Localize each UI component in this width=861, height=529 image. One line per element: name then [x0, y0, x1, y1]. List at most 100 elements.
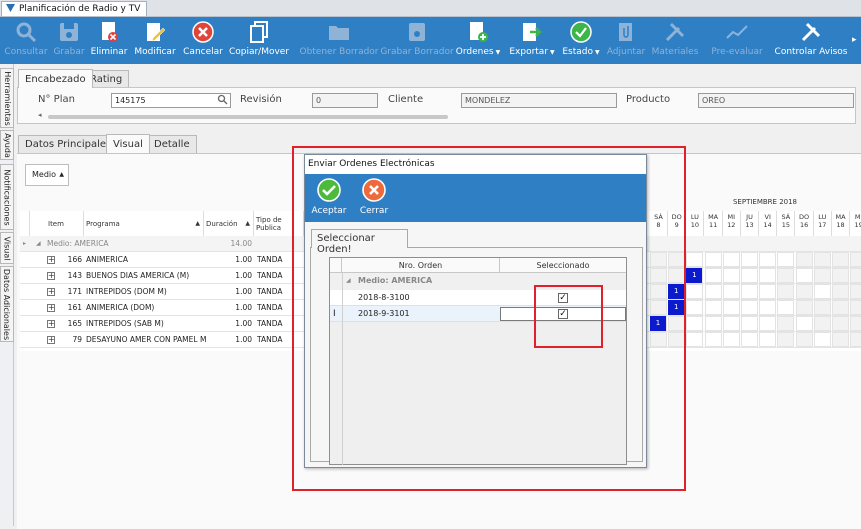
eliminar-button[interactable]: Eliminar [90, 17, 128, 64]
side-tab-ayuda[interactable]: Ayuda [0, 130, 14, 160]
schedule-cell[interactable] [850, 332, 861, 347]
side-tab-herramientas[interactable]: Herramientas [0, 68, 14, 128]
schedule-cell[interactable] [777, 284, 795, 299]
schedule-cell[interactable] [686, 316, 704, 331]
schedule-cell[interactable] [759, 284, 777, 299]
schedule-cell[interactable] [813, 300, 831, 315]
column-header-item[interactable]: Item [30, 211, 84, 236]
grabar-button[interactable]: Grabar [52, 17, 86, 64]
controlar-avisos-button[interactable]: Controlar Avisos [775, 17, 847, 64]
schedule-cell[interactable] [813, 268, 831, 283]
schedule-cell[interactable] [832, 252, 849, 267]
estado-button[interactable]: Estado ▼ [560, 17, 602, 64]
side-tab-datos-adicionales[interactable]: Datos Adicionales [0, 266, 14, 342]
tab-visual[interactable]: Visual [106, 134, 150, 153]
modificar-button[interactable]: Modificar [134, 17, 176, 64]
producto-field[interactable]: OREO [698, 93, 854, 108]
obtener-borrador-button[interactable]: Obtener Borrador [299, 17, 379, 64]
schedule-cell[interactable] [741, 332, 758, 347]
schedule-cell[interactable] [850, 300, 861, 315]
expand-row-icon[interactable]: + [47, 288, 55, 296]
schedule-cell[interactable] [704, 332, 722, 347]
expand-row-icon[interactable]: + [47, 272, 55, 280]
schedule-cell[interactable] [850, 252, 861, 267]
schedule-marker[interactable]: 1 [686, 268, 703, 283]
scroll-left-icon[interactable]: ◂ [38, 111, 42, 119]
tab-datos-principales[interactable]: Datos Principales [18, 135, 119, 153]
expand-row-icon[interactable]: + [47, 336, 55, 344]
schedule-cell[interactable] [704, 300, 722, 315]
schedule-cell[interactable] [795, 332, 813, 347]
schedule-cell[interactable] [813, 332, 831, 347]
cliente-field[interactable]: MONDELEZ [461, 93, 617, 108]
schedule-cell[interactable] [832, 268, 849, 283]
scrollbar-thumb[interactable] [48, 115, 448, 119]
schedule-cell[interactable] [704, 252, 722, 267]
schedule-cell[interactable] [722, 300, 740, 315]
schedule-cell[interactable] [686, 332, 704, 347]
schedule-cell[interactable] [777, 300, 795, 315]
schedule-cell[interactable] [741, 316, 758, 331]
schedule-cell[interactable] [759, 252, 777, 267]
schedule-cell[interactable] [795, 316, 813, 331]
schedule-cell[interactable] [832, 332, 849, 347]
header-scrollbar[interactable]: ◂ [38, 111, 854, 121]
tab-detalle[interactable]: Detalle [147, 135, 197, 153]
schedule-cell[interactable] [759, 300, 777, 315]
materiales-button[interactable]: Materiales [652, 17, 698, 64]
app-tab[interactable]: Planificación de Radio y TV [1, 1, 148, 16]
column-header-programa[interactable]: Programa ▲ [84, 211, 204, 236]
exportar-dropdown-arrow-icon[interactable]: ▼ [550, 49, 555, 56]
schedule-cell[interactable] [777, 252, 795, 267]
schedule-cell[interactable] [741, 268, 758, 283]
schedule-cell[interactable] [759, 268, 777, 283]
expand-row-icon[interactable]: ▸ [23, 236, 26, 252]
expand-row-icon[interactable]: + [47, 304, 55, 312]
schedule-cell[interactable] [795, 252, 813, 267]
schedule-cell[interactable] [759, 332, 777, 347]
schedule-cell[interactable] [832, 300, 849, 315]
adjuntar-button[interactable]: Adjuntar [606, 17, 646, 64]
schedule-cell[interactable] [704, 284, 722, 299]
tab-encabezado[interactable]: Encabezado [18, 69, 93, 88]
estado-dropdown-arrow-icon[interactable]: ▼ [595, 49, 600, 56]
schedule-cell[interactable] [759, 316, 777, 331]
schedule-cell[interactable] [741, 284, 758, 299]
schedule-cell[interactable] [686, 284, 704, 299]
ordenes-button[interactable]: Ordenes ▼ [456, 17, 501, 64]
schedule-cell[interactable] [832, 316, 849, 331]
schedule-cell[interactable] [813, 284, 831, 299]
revision-field[interactable]: 0 [312, 93, 378, 108]
schedule-cell[interactable] [686, 300, 704, 315]
schedule-cell[interactable] [795, 284, 813, 299]
medio-group-button[interactable]: Medio ▲ [25, 164, 69, 186]
schedule-cell[interactable] [795, 268, 813, 283]
schedule-cell[interactable] [813, 316, 831, 331]
schedule-cell[interactable] [722, 284, 740, 299]
column-header-duracion[interactable]: Duración ▲ [204, 211, 254, 236]
schedule-cell[interactable] [722, 332, 740, 347]
copiar-mover-button[interactable]: Copiar/Mover [229, 17, 289, 64]
schedule-cell[interactable] [777, 316, 795, 331]
schedule-cell[interactable] [777, 332, 795, 347]
pre-evaluar-button[interactable]: Pre-evaluar [710, 17, 764, 64]
expand-row-icon[interactable]: + [47, 320, 55, 328]
grabar-borrador-button[interactable]: Grabar Borrador [380, 17, 454, 64]
exportar-button[interactable]: Exportar ▼ [509, 17, 555, 64]
cancelar-button[interactable]: Cancelar [183, 17, 223, 64]
consultar-button[interactable]: Consultar [4, 17, 48, 64]
schedule-cell[interactable] [850, 284, 861, 299]
plan-field[interactable]: 145175 [111, 93, 231, 108]
toolbar-overflow-icon[interactable]: ▸ [852, 17, 861, 64]
schedule-cell[interactable] [741, 252, 758, 267]
search-icon[interactable] [217, 94, 228, 109]
schedule-cell[interactable] [722, 268, 740, 283]
schedule-cell[interactable] [722, 252, 740, 267]
collapse-group-icon[interactable]: ◢ [36, 236, 41, 252]
side-tab-visual[interactable]: Visual [0, 232, 14, 264]
schedule-cell[interactable] [722, 316, 740, 331]
schedule-cell[interactable] [704, 268, 722, 283]
schedule-cell[interactable] [686, 252, 704, 267]
ordenes-dropdown-arrow-icon[interactable]: ▼ [496, 49, 501, 56]
schedule-cell[interactable] [850, 268, 861, 283]
